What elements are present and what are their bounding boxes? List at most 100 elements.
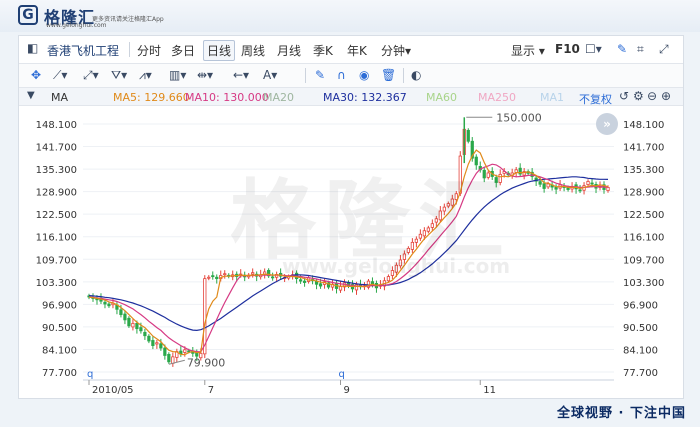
reset-icon[interactable]: ↺	[619, 89, 629, 103]
drawing-toolbar: ✥ ⟋▾ ⤢▾ ⛛▾ ⩘▾ ▥▾ ⇹▾ ←▾ A▾ ✎ ∩ ◉ 🗑 ◐	[19, 64, 683, 88]
f10-button[interactable]: F10	[555, 42, 580, 56]
watermark-url: www.gelonghui.com	[282, 254, 511, 278]
candle-body	[298, 279, 303, 282]
candle-body	[103, 301, 107, 305]
candle-body	[143, 331, 147, 337]
candle-body	[151, 340, 155, 346]
toggle-icon[interactable]: ◐	[411, 68, 421, 82]
brand-tagline: 更多资讯请关注格隆汇App	[92, 16, 164, 23]
y-tick-left: 135.300	[36, 165, 77, 176]
y-tick-left: 148.100	[36, 120, 77, 131]
candle-body	[155, 342, 159, 345]
magnet-icon[interactable]: ∩	[337, 68, 346, 82]
candle-body	[139, 327, 143, 332]
box-dropdown-icon[interactable]: ☐▾	[585, 42, 602, 56]
add-icon[interactable]: ⊕	[661, 89, 671, 103]
arrow-tool-icon[interactable]: ←▾	[233, 68, 249, 82]
header-band: G 格隆汇 www.gelonghui.com 更多资讯请关注格隆汇App	[0, 0, 700, 32]
candle-body	[590, 182, 594, 185]
eye-icon[interactable]: ◉	[359, 68, 369, 82]
q-marker: q	[339, 369, 345, 380]
brand-site: www.gelonghui.com	[46, 22, 107, 29]
x-tick-label: 11	[483, 385, 496, 396]
text-tool-icon[interactable]: A▾	[263, 68, 277, 82]
candle-body	[318, 283, 323, 287]
brush-icon[interactable]: ✎	[617, 42, 627, 56]
y-tick-right: 103.300	[623, 278, 664, 289]
x-tick-label: 9	[344, 385, 350, 396]
y-tick-left: 96.900	[42, 300, 77, 311]
y-tick-right: 135.300	[623, 165, 664, 176]
q-marker: q	[87, 369, 93, 380]
candle-body	[586, 181, 590, 185]
pen-icon[interactable]: ✎	[315, 68, 325, 82]
tab-minute-dropdown[interactable]: 分钟▾	[381, 42, 411, 59]
candle-body	[135, 322, 139, 330]
candle-body	[466, 129, 470, 142]
trash-icon[interactable]: 🗑	[381, 68, 396, 82]
y-tick-right: 84.100	[623, 345, 658, 356]
y-tick-right: 96.900	[623, 300, 658, 311]
candle-body	[187, 350, 191, 353]
candle-body	[163, 347, 167, 356]
candle-body	[211, 275, 215, 278]
candle-body	[302, 280, 307, 283]
fullscreen-icon[interactable]: ⤢	[659, 42, 669, 57]
tab-quarterly[interactable]: 季K	[313, 42, 333, 59]
y-tick-left: 77.700	[42, 368, 77, 379]
grid-icon[interactable]: ⌗	[637, 42, 644, 57]
collapse-icon[interactable]: ▼	[27, 90, 35, 101]
display-dropdown[interactable]: 显示 ▾	[511, 42, 545, 59]
y-tick-left: 109.700	[36, 255, 77, 266]
candle-body	[127, 317, 131, 327]
line-tool-icon[interactable]: ⟋▾	[53, 68, 67, 83]
segment-tool-icon[interactable]: ⤢▾	[83, 68, 99, 83]
sidebar-toggle-icon[interactable]: ◧	[27, 41, 38, 55]
zigzag-tool-icon[interactable]: ⩘▾	[139, 68, 152, 83]
candle-body	[538, 181, 542, 185]
y-tick-left: 90.500	[42, 323, 77, 334]
candle-body	[223, 273, 227, 276]
candle-body	[119, 309, 123, 315]
tab-yearly[interactable]: 年K	[347, 42, 367, 59]
settings-icon[interactable]: ⚙	[633, 89, 644, 103]
polyline-tool-icon[interactable]: ⛛▾	[111, 68, 127, 83]
y-tick-left: 128.900	[36, 188, 77, 199]
candle-body	[171, 356, 175, 364]
y-tick-right: 77.700	[623, 368, 658, 379]
candle-body	[147, 335, 151, 342]
y-tick-right: 116.100	[623, 233, 664, 244]
ma5-value: MA5: 129.660	[113, 91, 190, 104]
ma-legend-bar: ▼ MA MA5: 129.660 MA10: 130.000 MA20 MA3…	[19, 88, 683, 106]
low-annotation: 79.900	[187, 356, 226, 369]
tab-multiday[interactable]: 多日	[171, 42, 195, 59]
candle-body	[542, 183, 546, 189]
candle-body	[207, 276, 211, 279]
ma1-value: MA1	[540, 91, 565, 104]
candle-body	[578, 189, 582, 192]
period-toolbar: ◧ 香港飞机工程 分时 多日 日线 周线 月线 季K 年K 分钟▾ 显示 ▾ F…	[19, 36, 683, 64]
candle-body	[370, 281, 375, 285]
x-tick-label: 7	[208, 385, 214, 396]
scroll-forward-icon[interactable]: »	[596, 113, 618, 135]
ma30-value: MA30: 132.367	[323, 91, 407, 104]
range-tool-icon[interactable]: ⇹▾	[197, 68, 213, 82]
candle-body	[271, 276, 275, 279]
tab-weekly[interactable]: 周线	[241, 42, 265, 59]
stock-name[interactable]: 香港飞机工程	[47, 42, 119, 59]
adjust-dropdown[interactable]: 不复权	[579, 91, 612, 107]
fib-tool-icon[interactable]: ▥▾	[169, 68, 186, 82]
tab-daily[interactable]: 日线	[203, 40, 236, 61]
ma60-value: MA60	[426, 91, 458, 104]
tab-monthly[interactable]: 月线	[277, 42, 301, 59]
y-tick-left: 84.100	[42, 345, 77, 356]
y-tick-left: 141.700	[36, 143, 77, 154]
move-cursor-icon[interactable]: ✥	[31, 68, 41, 82]
remove-icon[interactable]: ⊖	[647, 89, 657, 103]
x-tick-label: 2010/05	[92, 385, 134, 396]
tab-intraday[interactable]: 分时	[137, 42, 161, 59]
ma20-value: MA20	[263, 91, 295, 104]
y-tick-right: 148.100	[623, 120, 664, 131]
ma10-value: MA10: 130.000	[185, 91, 269, 104]
candle-body	[183, 349, 187, 353]
